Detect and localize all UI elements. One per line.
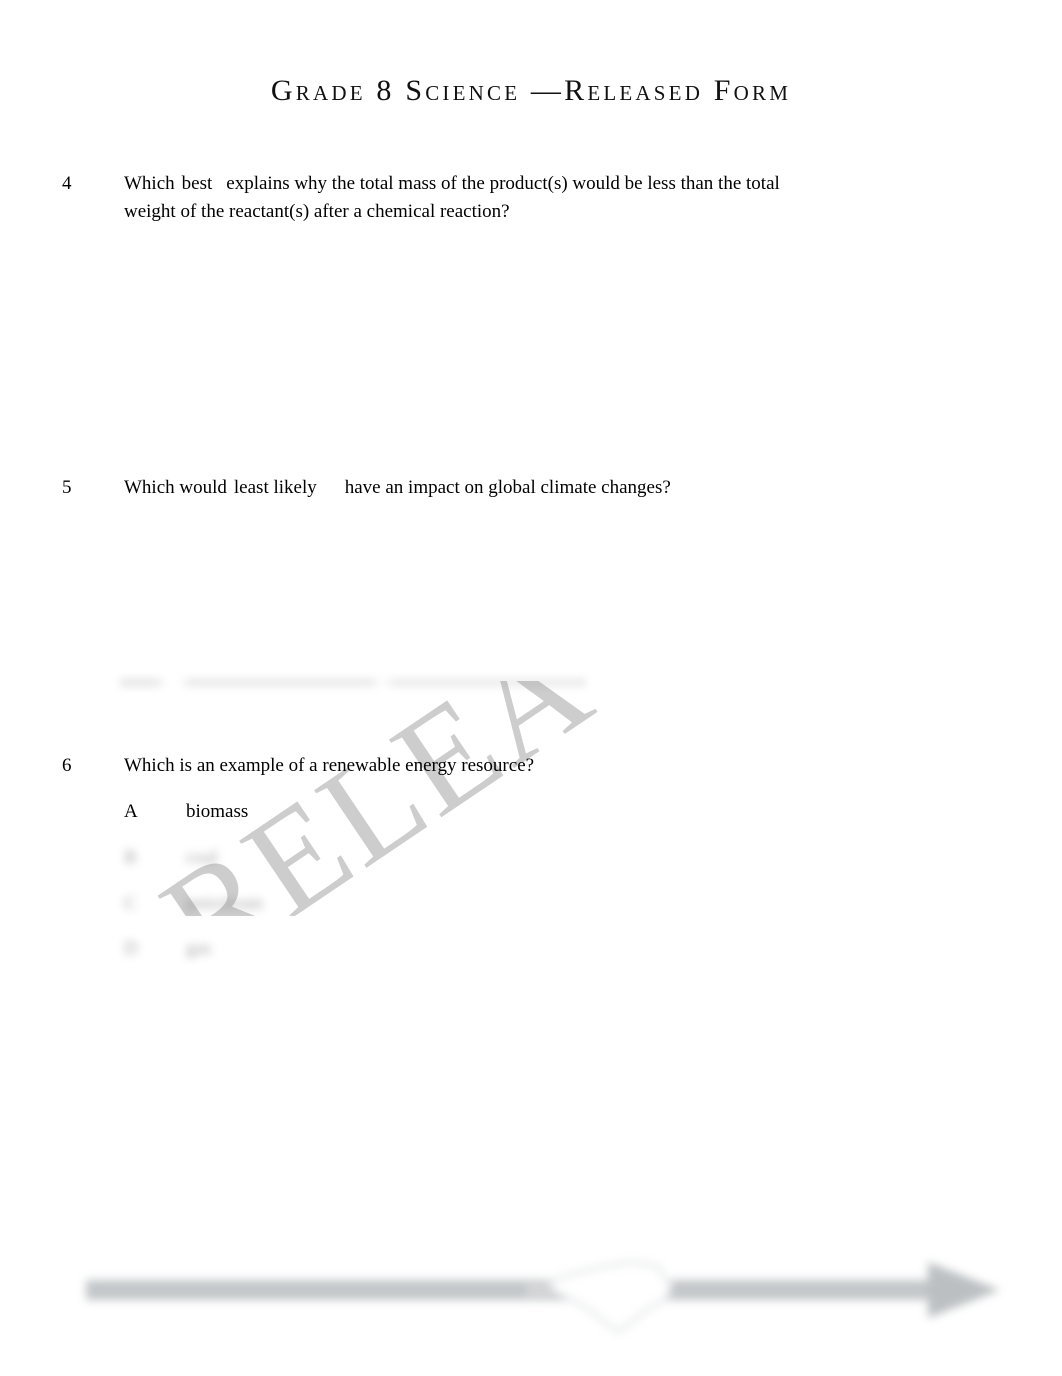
question-text-part1: Which is an example of a renewable energ… — [124, 755, 535, 776]
question-number: 6 — [62, 755, 72, 776]
question-text: Which would least likely have an impact on… — [124, 474, 824, 502]
footer-banner — [60, 1248, 1020, 1360]
question-text-emphasis: best — [181, 173, 213, 194]
answer-option-b[interactable]: Bcoal — [124, 845, 218, 871]
question-number: 5 — [62, 477, 72, 498]
question-text: Which best explains why the total mass of … — [124, 170, 824, 226]
option-text: petroleum — [186, 893, 264, 914]
option-letter: C — [124, 893, 137, 914]
option-letter: B — [124, 847, 137, 868]
answer-option-a[interactable]: Abiomass — [124, 799, 248, 825]
question-text-part2: explains why the total mass of the produ… — [124, 173, 780, 222]
page-title: Grade 8 Science —Released Form — [270, 74, 792, 107]
option-text: gas — [186, 938, 212, 959]
document-page: RELEA Grade 8 Science —Released Form 4 W… — [0, 0, 1062, 1376]
question-text-part1: Which would — [124, 477, 227, 498]
north-carolina-arrow-icon — [86, 1260, 1000, 1334]
option-text: coal — [186, 847, 218, 868]
question-text-part1: Which — [124, 173, 175, 194]
option-letter: D — [124, 938, 138, 959]
option-text: biomass — [186, 801, 249, 822]
answer-option-c[interactable]: Cpetroleum — [124, 891, 263, 917]
question-text-part2: have an impact on global climate changes… — [344, 477, 671, 498]
question-text: Which is an example of a renewable energ… — [124, 752, 824, 780]
redacted-answer-row — [120, 678, 586, 687]
question-number: 4 — [62, 173, 72, 194]
option-letter: A — [124, 801, 138, 822]
question-text-emphasis: least likely — [233, 477, 317, 498]
answer-option-d[interactable]: Dgas — [124, 936, 211, 962]
